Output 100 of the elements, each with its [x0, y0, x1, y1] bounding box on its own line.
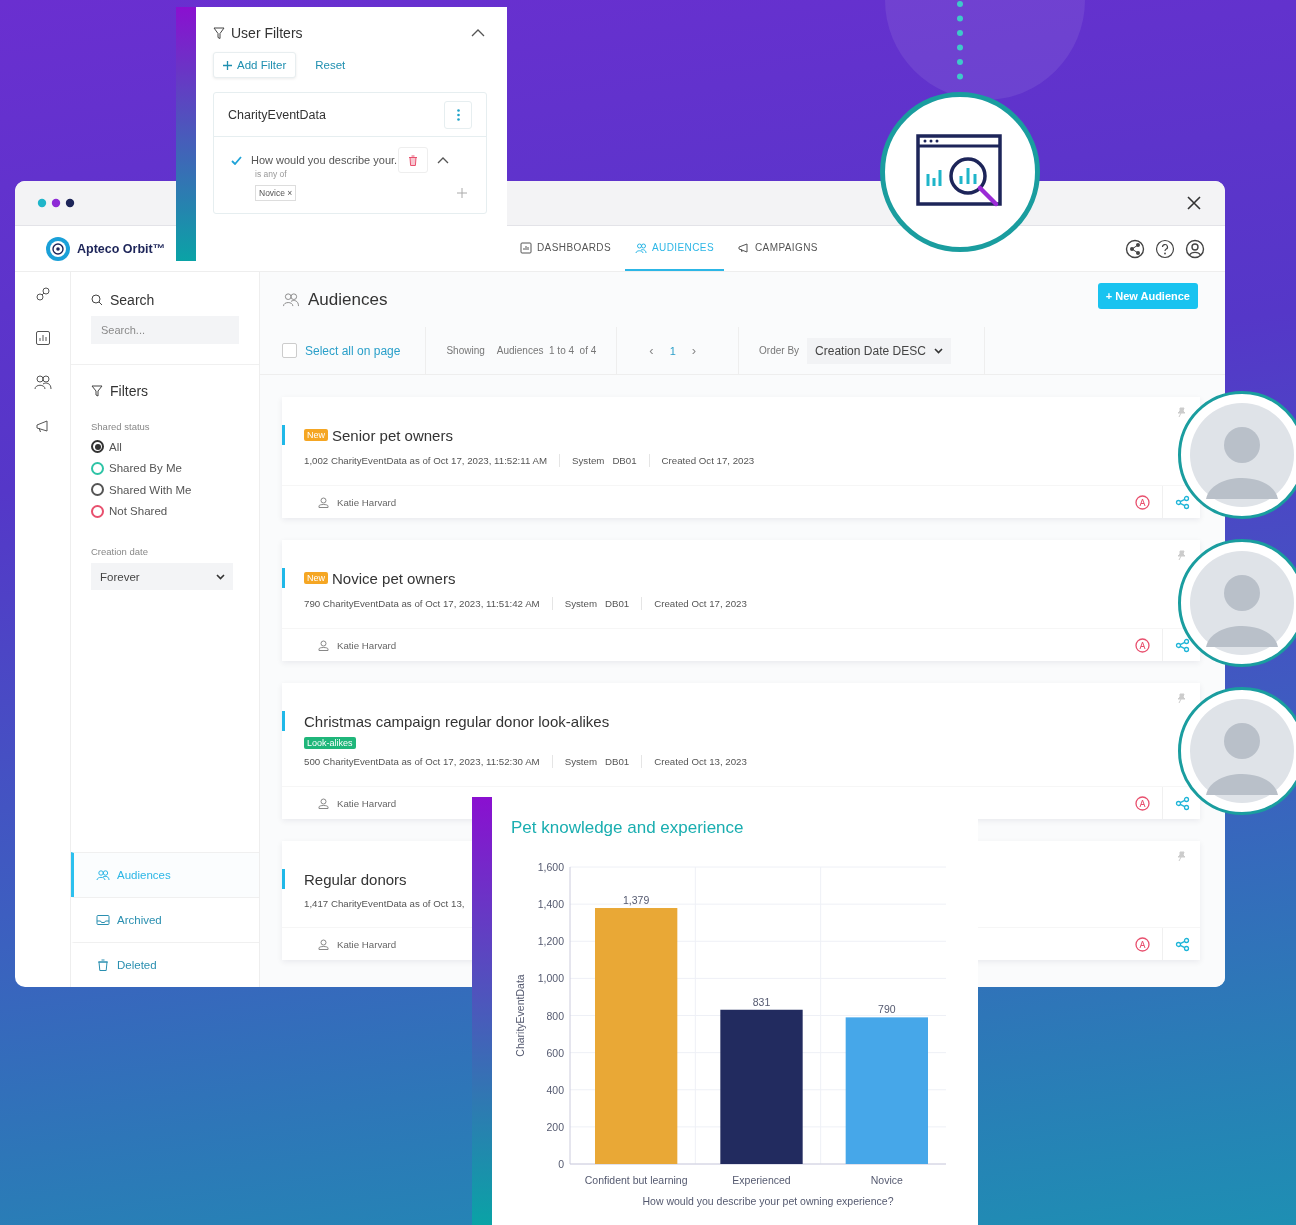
x-axis-title: How would you describe your pet owning experience?: [642, 1195, 894, 1207]
audience-title[interactable]: Christmas campaign regular donor look-alikes: [304, 712, 610, 730]
share-icon[interactable]: [1175, 494, 1190, 510]
radio-option[interactable]: Not Shared: [91, 500, 239, 522]
letter-circle-icon[interactable]: [1135, 637, 1150, 653]
trash-icon: [408, 154, 419, 166]
nav-tab[interactable]: DASHBOARDS: [510, 226, 621, 271]
audience-card[interactable]: New Senior pet owners 1,002 CharityEventData as of Oct 17, 2023, 11:52:11 AM System DB01 Created Oct 17, 2023 Katie Harvard: [282, 397, 1200, 518]
add-filter-button[interactable]: Add Filter: [213, 52, 297, 78]
chart-title: Pet knowledge and experience: [510, 817, 745, 839]
y-tick-label: 1,600: [537, 861, 564, 873]
creation-date-label: Creation date: [91, 546, 150, 557]
share-icon[interactable]: [1175, 936, 1190, 952]
letter-circle-icon[interactable]: [1135, 936, 1150, 952]
shared-status-label: Shared status: [91, 421, 151, 432]
chart-icon[interactable]: [34, 330, 51, 346]
sidebar-item[interactable]: Deleted: [71, 942, 259, 987]
people-icon: [282, 292, 300, 307]
creation-date-select[interactable]: Forever: [91, 563, 233, 590]
y-tick-label: 1,400: [537, 898, 564, 911]
plus-icon[interactable]: [457, 188, 467, 198]
letter-circle-icon[interactable]: [1135, 795, 1150, 811]
audience-title[interactable]: Regular donors: [304, 870, 407, 888]
audience-title[interactable]: Novice pet owners: [332, 569, 456, 587]
audience-count: 1,002 CharityEventData as of Oct 17, 2023, 11:52:11 AM: [304, 455, 548, 466]
audience-title[interactable]: Senior pet owners: [332, 426, 453, 444]
y-tick-label: 200: [546, 1120, 564, 1133]
share-icon[interactable]: [1175, 637, 1190, 653]
value-label: 1,379: [623, 894, 650, 906]
radio-option[interactable]: Shared With Me: [91, 479, 239, 501]
value-tag[interactable]: Novice ×: [255, 185, 297, 201]
megaphone-icon[interactable]: [34, 418, 51, 434]
radio-option[interactable]: Shared By Me: [91, 457, 239, 479]
share-icon[interactable]: [1175, 795, 1190, 811]
search-icon: [91, 294, 103, 306]
created-date: Created Oct 17, 2023: [654, 598, 747, 609]
kebab-icon: [456, 108, 460, 121]
system-value: DB01: [605, 598, 630, 609]
link-icon[interactable]: [34, 286, 51, 302]
y-tick-label: 400: [546, 1083, 564, 1096]
search-field[interactable]: Search...: [91, 316, 239, 344]
user-icon: [318, 496, 329, 508]
user-icon: [318, 639, 329, 651]
help-icon[interactable]: [1155, 238, 1175, 259]
filter-group-name: CharityEventData: [228, 107, 326, 122]
inbox-icon: [96, 914, 110, 926]
order-by-label: Order By: [759, 345, 800, 356]
created-date: Created Oct 13, 2023: [654, 756, 747, 767]
checkbox[interactable]: [282, 343, 297, 358]
plus-icon: [223, 60, 232, 70]
logo-icon: [45, 235, 71, 262]
sidebar-item[interactable]: Archived: [71, 897, 259, 942]
delete-button[interactable]: [398, 147, 429, 173]
owner-name: Katie Harvard: [337, 496, 397, 508]
megaphone-icon: [737, 241, 750, 254]
audience-card[interactable]: New Novice pet owners 790 CharityEventData as of Oct 17, 2023, 11:51:42 AM System DB01 Created Oct 17, 2023 Katie Harvard: [282, 540, 1200, 661]
radio-label: Shared With Me: [109, 483, 192, 496]
owner-name: Katie Harvard: [337, 639, 397, 651]
new-badge: New: [304, 429, 328, 441]
chevron-up-icon[interactable]: [437, 156, 450, 164]
y-tick-label: 0: [558, 1158, 564, 1170]
app-logo-text: Apteco Orbit™: [77, 241, 166, 256]
system-value: DB01: [612, 455, 637, 466]
chevron-down-icon: [216, 573, 225, 580]
tag-badge: Look-alikes: [304, 737, 356, 749]
close-icon[interactable]: [1187, 196, 1201, 210]
dashboard-icon: [520, 241, 532, 254]
owner-name: Katie Harvard: [337, 797, 397, 809]
audience-card[interactable]: Christmas campaign regular donor look-alikes Look-alikes 500 CharityEventData as of Oct 17, 2023, 11:52:30 AM System DB01 Created Oct 13, 2023 Katie Harvard: [282, 683, 1200, 819]
system-label: System: [572, 455, 605, 466]
radio-button[interactable]: [91, 504, 104, 518]
people-icon[interactable]: [33, 374, 52, 390]
system-label: System: [564, 756, 597, 767]
value-label: 790: [878, 1003, 896, 1016]
system-value: DB01: [605, 756, 630, 767]
people-icon: [96, 869, 110, 881]
panel-title: User Filters: [231, 25, 303, 41]
radio-label: Not Shared: [109, 505, 168, 518]
user-icon: [318, 938, 329, 950]
category-label: Experienced: [732, 1174, 791, 1186]
value-label: 831: [752, 995, 771, 1008]
nav-tab[interactable]: CAMPAIGNS: [727, 226, 828, 271]
search-heading: Search: [110, 292, 155, 308]
radio-button[interactable]: [91, 483, 104, 497]
chevron-up-icon[interactable]: [471, 29, 485, 37]
user-account-icon[interactable]: [1185, 238, 1205, 259]
system-label: System: [564, 598, 597, 609]
created-date: Created Oct 17, 2023: [661, 455, 755, 466]
audience-count: 500 CharityEventData as of Oct 17, 2023, 11:52:30 AM: [304, 756, 540, 767]
order-by-select[interactable]: Creation Date DESC: [807, 337, 951, 364]
radio-option[interactable]: All: [91, 436, 239, 458]
radio-button[interactable]: [91, 440, 104, 454]
radio-button[interactable]: [91, 461, 104, 475]
share-network-icon[interactable]: [1125, 238, 1145, 259]
filter-icon: [91, 385, 103, 397]
next-page-button[interactable]: ›: [691, 343, 697, 358]
reset-link[interactable]: Reset: [315, 59, 346, 71]
chevron-down-icon: [933, 347, 943, 354]
letter-circle-icon[interactable]: [1135, 494, 1150, 510]
radio-label: All: [109, 440, 122, 453]
